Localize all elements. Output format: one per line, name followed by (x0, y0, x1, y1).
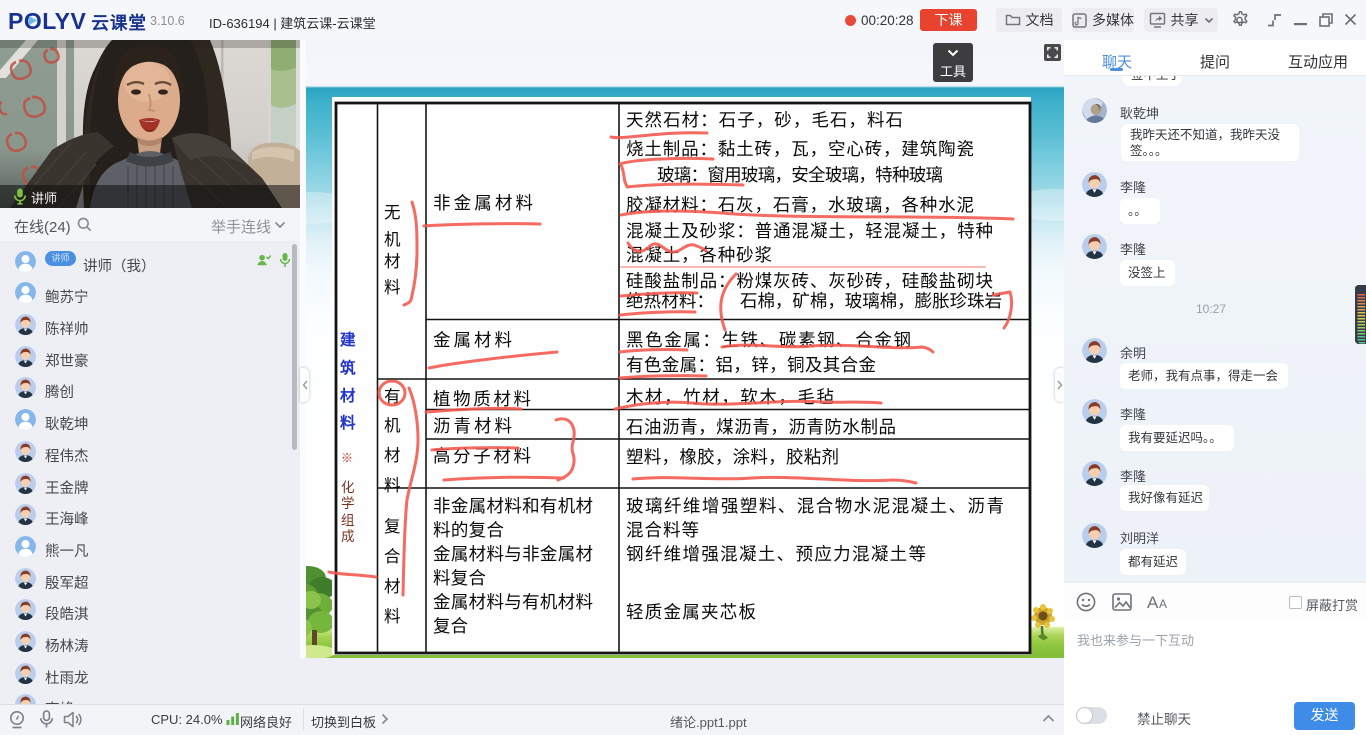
svg-text:化: 化 (341, 480, 355, 495)
svg-text:建: 建 (340, 331, 356, 349)
svg-text:烧土制品：黏土砖，瓦，空心砖，建筑陶瓷: 烧土制品：黏土砖，瓦，空心砖，建筑陶瓷 (626, 139, 974, 159)
svg-text:机: 机 (384, 416, 401, 435)
svg-text:轻质金属夹芯板: 轻质金属夹芯板 (626, 602, 756, 622)
svg-text:材: 材 (384, 252, 401, 271)
svg-text:机: 机 (384, 230, 401, 249)
svg-text:料: 料 (384, 607, 401, 626)
svg-text:复: 复 (384, 517, 401, 536)
svg-text:料: 料 (384, 476, 401, 495)
svg-text:材: 材 (384, 577, 401, 596)
svg-text:金属材料: 金属材料 (433, 330, 512, 350)
svg-text:料: 料 (384, 278, 401, 297)
svg-text:非金属材料: 非金属材料 (433, 193, 533, 213)
svg-text:塑料，橡胶，涂料，胶粘剂: 塑料，橡胶，涂料，胶粘剂 (626, 447, 839, 467)
svg-text:料的复合: 料的复合 (433, 520, 504, 540)
svg-text:材: 材 (340, 386, 356, 405)
svg-text:组: 组 (341, 513, 355, 528)
svg-text:A: A (1159, 597, 1167, 611)
svg-text:沥青材料: 沥青材料 (433, 416, 512, 436)
svg-text:※: ※ (341, 451, 353, 465)
svg-text:钢纤维增强混凝土、预应力混凝土等: 钢纤维增强混凝土、预应力混凝土等 (626, 544, 926, 564)
svg-text:玻璃纤维增强塑料、混合物水泥混凝土、沥青: 玻璃纤维增强塑料、混合物水泥混凝土、沥青 (626, 496, 1004, 516)
svg-text:学: 学 (341, 496, 355, 511)
svg-text:成: 成 (341, 529, 355, 544)
svg-text:混合料等: 混合料等 (626, 520, 699, 540)
svg-text:无: 无 (384, 203, 401, 222)
svg-text:料复合: 料复合 (433, 568, 486, 588)
svg-text:天然石材：石子，砂，毛石，料石: 天然石材：石子，砂，毛石，料石 (626, 110, 903, 130)
svg-text:石棉，矿棉，玻璃棉，膨胀珍珠岩: 石棉，矿棉，玻璃棉，膨胀珍珠岩 (740, 291, 1002, 311)
svg-text:植物质材料: 植物质材料 (433, 389, 531, 409)
svg-text:混凝土及砂浆：普通混凝土，轻混凝土，特种: 混凝土及砂浆：普通混凝土，轻混凝土，特种 (626, 221, 993, 241)
svg-text:玻璃：窗用玻璃，安全玻璃，特种玻璃: 玻璃：窗用玻璃，安全玻璃，特种玻璃 (657, 165, 943, 185)
svg-text:筑: 筑 (340, 358, 356, 377)
svg-text:石油沥青，煤沥青，沥青防水制品: 石油沥青，煤沥青，沥青防水制品 (626, 417, 896, 437)
svg-text:材: 材 (384, 446, 401, 465)
svg-text:复合: 复合 (433, 616, 468, 636)
svg-text:金属材料与非金属材: 金属材料与非金属材 (433, 544, 593, 564)
svg-text:合: 合 (384, 547, 401, 566)
svg-text:金属材料与有机材料: 金属材料与有机材料 (433, 592, 593, 612)
svg-text:非金属材料和有机材: 非金属材料和有机材 (433, 496, 593, 516)
svg-text:料: 料 (340, 413, 356, 432)
svg-text:A: A (1147, 593, 1159, 611)
svg-text:有色金属：铝，锌，铜及其合金: 有色金属：铝，锌，铜及其合金 (626, 355, 876, 375)
svg-text:硅酸盐制品：粉煤灰砖、灰砂砖，硅酸盐砌块: 硅酸盐制品：粉煤灰砖、灰砂砖，硅酸盐砌块 (626, 271, 993, 291)
